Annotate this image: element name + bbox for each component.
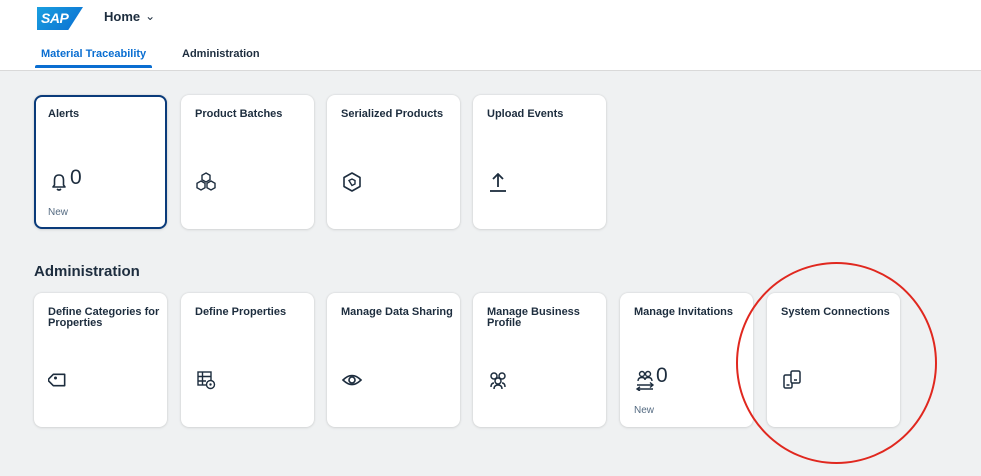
tile-title: Product Batches (195, 108, 283, 120)
tile-manage-business-profile[interactable]: Manage Business Profile (473, 293, 606, 427)
tile-upload-events[interactable]: Upload Events (473, 95, 606, 229)
serialized-product-icon (343, 172, 361, 192)
highlight-circle-annotation (736, 262, 937, 464)
tile-title: Serialized Products (341, 108, 444, 120)
tile-product-batches[interactable]: Product Batches (181, 95, 314, 229)
invitations-footer: New (634, 405, 655, 416)
bell-icon (52, 174, 66, 191)
tile-serialized-products[interactable]: Serialized Products (327, 95, 460, 229)
alerts-count: 0 (70, 166, 82, 189)
tile-title: Upload Events (487, 108, 564, 120)
tile-title: Manage Data Sharing (341, 306, 453, 318)
alerts-footer: New (48, 207, 69, 218)
tile-alerts[interactable]: Alerts 0 New (34, 95, 167, 229)
tile-define-properties[interactable]: Define Properties (181, 293, 314, 427)
batches-icon (196, 172, 216, 191)
tab-material-traceability[interactable]: Material Traceability (34, 48, 153, 68)
chevron-down-icon: ⌄ (145, 8, 156, 23)
shell-header: SAP Home ⌄ Material Traceability Adminis… (0, 0, 981, 71)
tile-manage-data-sharing[interactable]: Manage Data Sharing (327, 293, 460, 427)
tab-administration[interactable]: Administration (182, 48, 260, 60)
tile-title: Alerts (48, 108, 80, 120)
tag-icon (48, 373, 66, 387)
invitations-count: 0 (656, 364, 668, 387)
sap-logo[interactable]: SAP (37, 7, 83, 30)
tile-title: Manage Business Profile (487, 306, 580, 329)
tile-title: Manage Invitations (634, 306, 734, 318)
tile-title: Define Properties (195, 306, 287, 318)
administration-group-title: Administration (34, 263, 140, 280)
table-settings-icon (197, 371, 216, 390)
people-exchange-icon (635, 370, 655, 391)
group-icon (490, 372, 506, 390)
tile-title: Define Categories for Properties (48, 306, 160, 329)
tile-define-categories[interactable]: Define Categories for Properties (34, 293, 167, 427)
tile-manage-invitations[interactable]: Manage Invitations 0 New (620, 293, 753, 427)
home-menu-button[interactable]: Home ⌄ (104, 8, 156, 25)
upload-icon (490, 173, 506, 192)
home-label: Home (104, 9, 141, 24)
eye-icon (341, 374, 363, 386)
